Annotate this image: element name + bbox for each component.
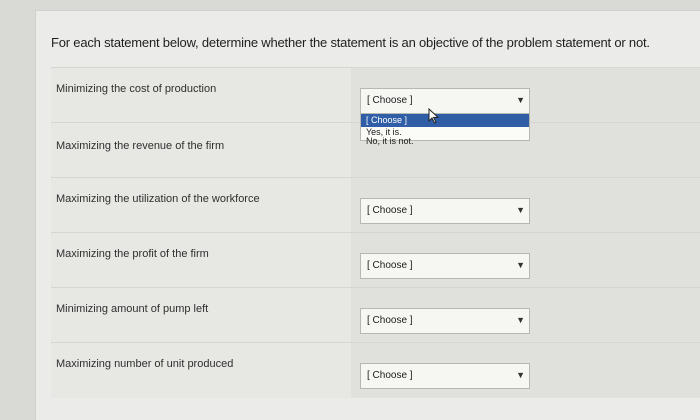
statement-label: Minimizing the cost of production [56,83,217,95]
statement-label: Maximizing the profit of the firm [56,248,209,260]
statement-label: Maximizing number of unit produced [56,358,234,370]
statement-label: Minimizing amount of pump left [56,303,209,315]
statement-label: Maximizing the utilization of the workfo… [56,193,260,205]
select-value: [ Choose ] [367,260,413,271]
answer-cell: [ Choose ] ▼ [351,343,700,398]
dropdown-option-no[interactable]: No, it is not. [366,136,414,146]
chevron-down-icon: ▼ [516,205,525,215]
answer-select-6[interactable]: [ Choose ] ▼ [360,363,530,389]
answer-cell: [ Choose ] ▼ [351,178,700,233]
chevron-down-icon: ▼ [516,370,525,380]
answer-select-5[interactable]: [ Choose ] ▼ [360,308,530,334]
match-row-4: Maximizing the profit of the firm [ Choo… [51,232,700,288]
highlighted-option-label: [ Choose ] [366,115,408,125]
select-value: [ Choose ] [367,95,413,106]
select-value: [ Choose ] [367,370,413,381]
mouse-pointer-icon [428,108,440,124]
answer-cell: [ Choose ] ▼ [351,233,700,288]
answer-select-1[interactable]: [ Choose ] ▼ [360,88,530,114]
answer-dropdown[interactable]: [ Choose ] Yes, it is. No, it is not. [360,113,530,146]
match-row-3: Maximizing the utilization of the workfo… [51,177,700,233]
select-value: [ Choose ] [367,205,413,216]
match-row-5: Minimizing amount of pump left [ Choose … [51,287,700,343]
answer-select-3[interactable]: [ Choose ] ▼ [360,198,530,224]
question-prompt: For each statement below, determine whet… [51,35,650,50]
statement-label: Maximizing the revenue of the firm [56,140,225,152]
chevron-down-icon: ▼ [516,260,525,270]
select-value: [ Choose ] [367,315,413,326]
match-row-6: Maximizing number of unit produced [ Cho… [51,342,700,398]
highlighted-option[interactable]: [ Choose ] [361,114,529,127]
chevron-down-icon: ▼ [516,95,525,105]
chevron-down-icon: ▼ [516,315,525,325]
quiz-card: For each statement below, determine whet… [35,10,700,420]
answer-select-4[interactable]: [ Choose ] ▼ [360,253,530,279]
answer-cell: [ Choose ] ▼ [351,288,700,343]
match-table: Minimizing the cost of production [ Choo… [51,67,700,420]
